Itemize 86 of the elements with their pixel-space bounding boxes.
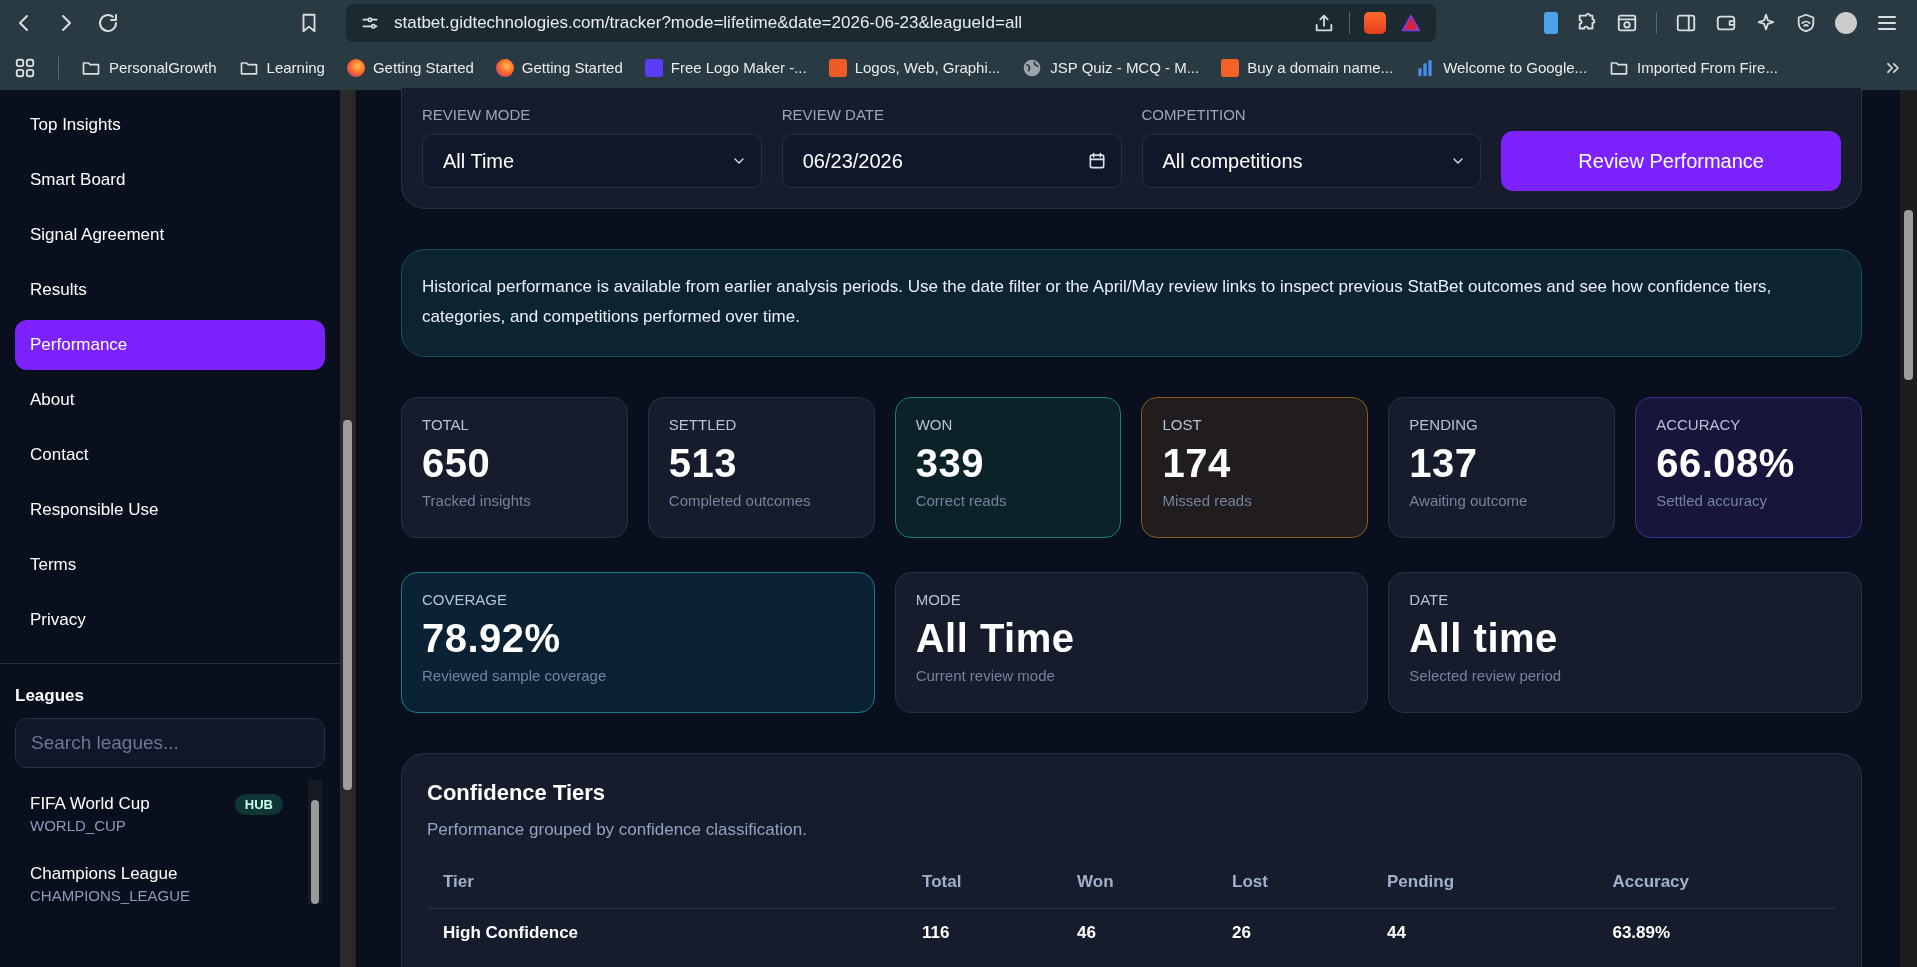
stat-caption: Settled accuracy [1656, 492, 1769, 509]
shield-icon[interactable] [1795, 11, 1817, 34]
stat-caption: Tracked insights [422, 492, 532, 509]
profile-avatar[interactable] [1835, 11, 1857, 34]
column-header[interactable]: Tier [427, 862, 907, 909]
nav-item[interactable]: Top Insights [15, 100, 325, 150]
stat-label: TOTAL [422, 416, 470, 433]
table-cell: 116 [906, 908, 1062, 957]
bookmark-link[interactable]: Getting Started [346, 58, 474, 77]
nav-item[interactable]: Contact [15, 430, 325, 480]
league-name[interactable]: FIFA World Cup [30, 794, 150, 813]
nav-item[interactable]: Privacy [15, 595, 325, 645]
column-header[interactable]: Won [1061, 862, 1217, 909]
league-code: CHAMPIONS_LEAGUE [30, 887, 191, 904]
stat-label: SETTLED [668, 416, 738, 433]
stat-value: 174 [1162, 441, 1232, 486]
stat-value: 66.08% [1656, 441, 1796, 486]
stat-value: 78.92% [422, 616, 562, 661]
stat-label: PENDING [1409, 416, 1479, 433]
stat-caption: Correct reads [915, 492, 1008, 509]
section-subtitle: Performance grouped by confidence classification. [427, 820, 808, 840]
stat-caption: Selected review period [1409, 667, 1563, 684]
stat-caption: Current review mode [915, 667, 1056, 684]
scrollbar[interactable] [308, 780, 322, 904]
section-title: Confidence Tiers [427, 780, 607, 806]
stat-value: 137 [1409, 441, 1479, 486]
bookmark-link[interactable]: Welcome to Google... [1415, 57, 1588, 78]
table-cell: 46 [1061, 908, 1217, 957]
nav-item[interactable]: About [15, 375, 325, 425]
table-cell: 26 [1216, 908, 1371, 957]
bookmark-link[interactable]: Learning [238, 57, 325, 78]
bookmark-link[interactable]: Logos, Web, Graphi... [828, 58, 1001, 77]
table-cell: 63.89% [1596, 908, 1836, 957]
nav-item[interactable]: Terms [15, 540, 325, 590]
stat-caption: Completed outcomes [668, 492, 812, 509]
bookmark-link[interactable]: PersonalGrowth [81, 57, 217, 78]
column-header[interactable]: Accuracy [1596, 862, 1836, 909]
stat-label: ACCURACY [1656, 416, 1742, 433]
nav-item[interactable]: Performance [15, 320, 325, 370]
table-cell: High Confidence [427, 908, 907, 957]
nav-item[interactable]: Signal Agreement [15, 210, 325, 260]
column-header[interactable]: Total [906, 862, 1062, 909]
stat-value: All time [1409, 616, 1559, 661]
column-header[interactable]: Lost [1216, 862, 1371, 909]
field-label: REVIEW DATE [781, 106, 885, 123]
search-field[interactable]: Search leagues... [15, 718, 325, 768]
phone-icon[interactable] [1544, 11, 1558, 34]
review-button[interactable]: Review Performance [1501, 131, 1841, 191]
stat-caption: Awaiting outcome [1409, 492, 1529, 509]
dropdown[interactable]: All competitions [1141, 134, 1482, 188]
bookmark-link[interactable]: Buy a domain name... [1221, 58, 1394, 77]
bookmark-link[interactable]: Getting Started [495, 58, 623, 77]
column-header[interactable]: Pending [1371, 862, 1597, 909]
stat-caption: Reviewed sample coverage [422, 667, 608, 684]
nav-item[interactable]: Results [15, 265, 325, 315]
stat-label: DATE [1409, 591, 1450, 608]
date-field[interactable]: 06/23/2026 [781, 134, 1122, 188]
stat-value: 650 [422, 441, 492, 486]
league-name[interactable]: Champions League [30, 864, 178, 883]
stat-label: MODE [915, 591, 962, 608]
field-label: REVIEW MODE [422, 106, 532, 123]
stat-caption: Missed reads [1162, 492, 1253, 509]
apps-icon[interactable] [14, 56, 36, 79]
stat-label: LOST [1162, 416, 1203, 433]
bookmark-link[interactable]: Free Logo Maker -... [644, 58, 807, 77]
info-message: Historical performance is available from earlier analysis periods. Use the date filter or the April/May review links to inspect previous StatBet outcomes and see how confidence tiers, categories, and competitions performed over time. [401, 249, 1862, 357]
table-cell: 44 [1371, 908, 1597, 957]
section-heading: Leagues [15, 686, 85, 706]
field-label: COMPETITION [1141, 106, 1247, 123]
stat-value: 339 [915, 441, 985, 486]
globe-icon [1022, 57, 1043, 78]
nav-item[interactable]: Responsible Use [15, 485, 325, 535]
dropdown[interactable]: All Time [422, 134, 762, 188]
stat-value: All Time [915, 616, 1076, 661]
hub-badge: HUB [234, 794, 283, 815]
stat-label: WON [915, 416, 954, 433]
scrollbar[interactable] [340, 90, 355, 967]
scrollbar[interactable] [1900, 90, 1917, 967]
stat-value: 513 [668, 441, 739, 486]
url-text: statbet.gidtechnologies.com/tracker?mode=lifetime&date=2026-06-23&leagueId=all [394, 12, 1023, 33]
bookmark-link[interactable]: Imported From Fire... [1609, 57, 1778, 78]
nav-item[interactable]: Smart Board [15, 155, 325, 205]
league-code: WORLD_CUP [30, 817, 127, 834]
bookmark-link[interactable]: JSP Quiz - MCQ - M... [1022, 57, 1200, 78]
stat-label: COVERAGE [422, 591, 509, 608]
address-bar[interactable]: statbet.gidtechnologies.com/tracker?mode=lifetime&date=2026-06-23&leagueId=all [346, 3, 1436, 42]
